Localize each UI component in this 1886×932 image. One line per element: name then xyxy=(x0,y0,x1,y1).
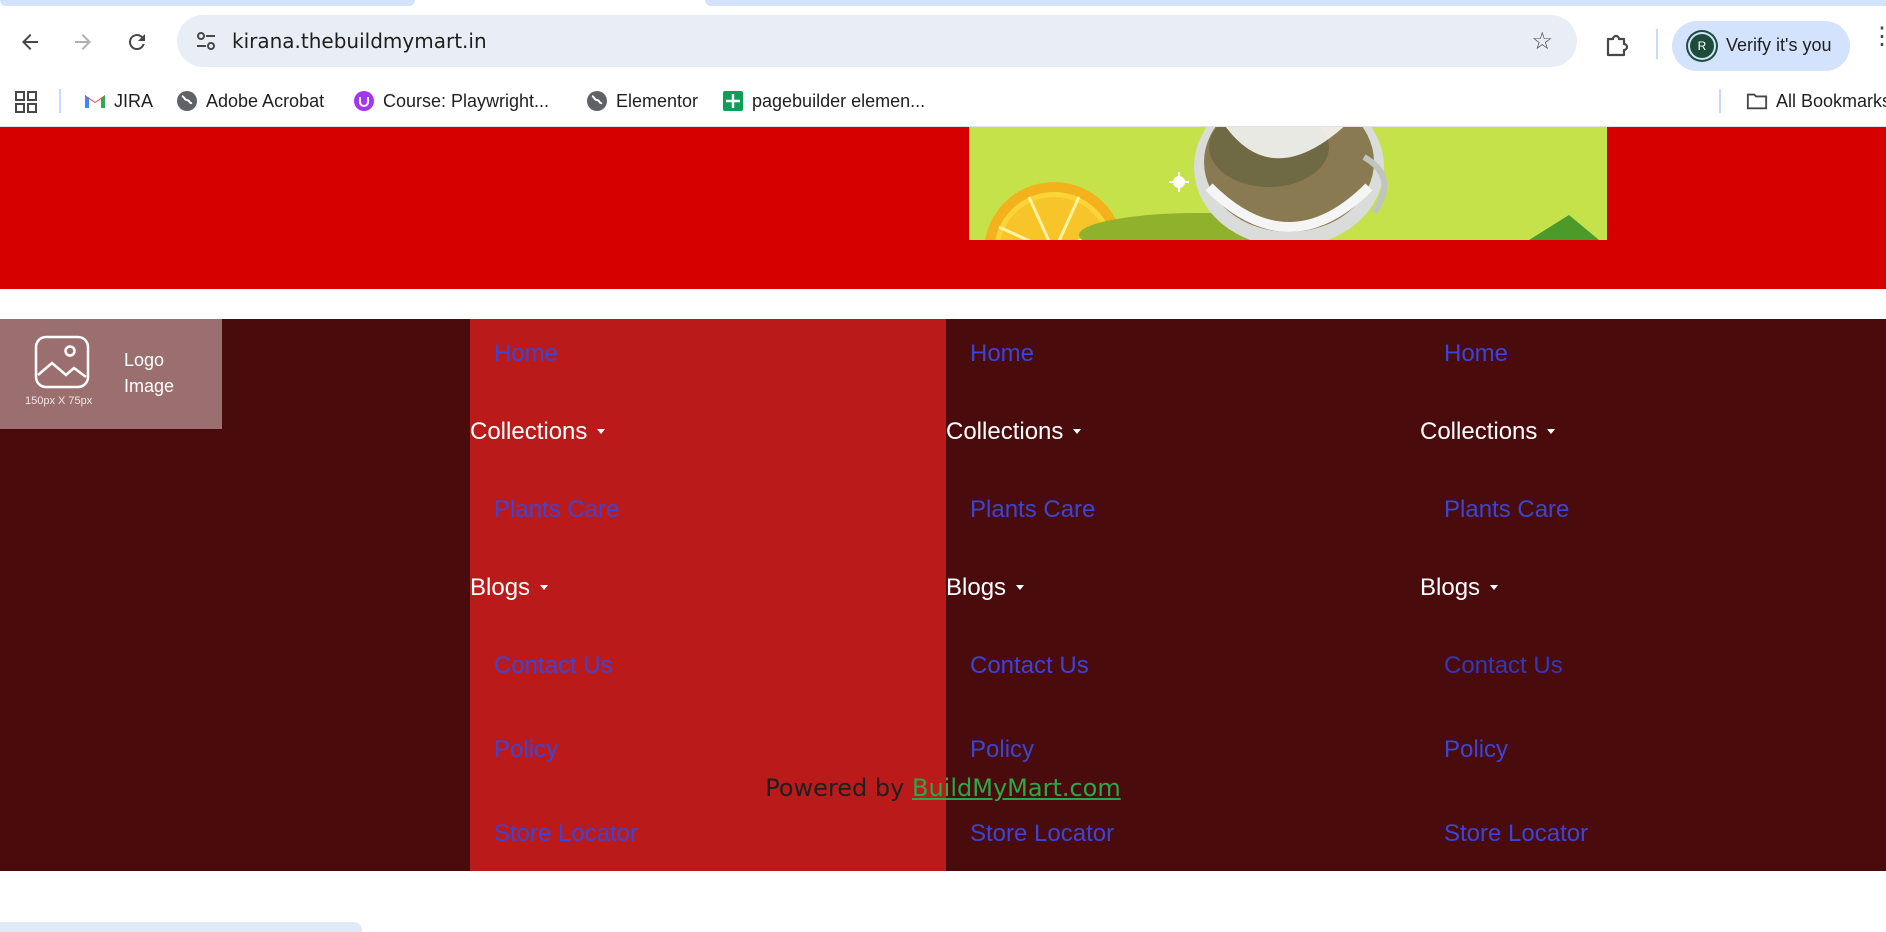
bookmark-jira[interactable]: JIRA xyxy=(84,86,153,116)
footer-logo-placeholder[interactable]: Logo Image 150px X 75px xyxy=(0,319,222,429)
menu-link-home[interactable]: Home xyxy=(494,340,558,368)
menu-link-home[interactable]: Home xyxy=(970,340,1034,368)
menu-link-policy[interactable]: Policy xyxy=(970,736,1034,764)
menu-link-plants-care[interactable]: Plants Care xyxy=(1444,496,1569,524)
udemy-icon xyxy=(353,90,375,112)
avatar: R xyxy=(1690,34,1714,58)
globe-icon xyxy=(176,90,198,112)
bookmark-elementor[interactable]: Elementor xyxy=(586,86,698,116)
caret-down-icon[interactable] xyxy=(1016,585,1025,591)
menu-link-policy[interactable]: Policy xyxy=(494,736,558,764)
menu-link-store-locator[interactable]: Store Locator xyxy=(1444,820,1588,848)
folder-icon xyxy=(1746,90,1768,112)
caret-down-icon[interactable] xyxy=(1490,585,1499,591)
bookmarks-separator xyxy=(1719,89,1721,113)
menu-link-store-locator[interactable]: Store Locator xyxy=(494,820,638,848)
all-bookmarks-label: All Bookmarks xyxy=(1776,90,1886,111)
logo-size-hint: 150px X 75px xyxy=(25,395,93,407)
menu-parent-collections[interactable]: Collections xyxy=(470,418,606,446)
menu-parent-collections[interactable]: Collections xyxy=(1420,418,1556,446)
menu-parent-label: Collections xyxy=(1420,418,1538,445)
toolbar-separator xyxy=(1656,29,1658,59)
reload-button[interactable] xyxy=(120,25,154,59)
menu-parent-label: Blogs xyxy=(1420,574,1481,601)
bookmark-adobe-acrobat[interactable]: Adobe Acrobat xyxy=(176,86,324,116)
profile-label: Verify it's you xyxy=(1726,35,1832,55)
url-text[interactable]: kirana.thebuildmymart.in xyxy=(232,29,487,53)
bookmark-label: pagebuilder elemen... xyxy=(752,90,926,111)
menu-link-plants-care[interactable]: Plants Care xyxy=(970,496,1095,524)
menu-link-policy[interactable]: Policy xyxy=(1444,736,1508,764)
hero-product-image[interactable] xyxy=(969,127,1607,240)
profile-button[interactable]: R Verify it's you xyxy=(1672,21,1850,71)
bookmark-star-icon[interactable]: ☆ xyxy=(1531,27,1553,56)
menu-link-plants-care[interactable]: Plants Care xyxy=(494,496,619,524)
bookmark-label: JIRA xyxy=(114,90,154,111)
menu-link-contact-us[interactable]: Contact Us xyxy=(1444,652,1563,680)
apps-grid-icon[interactable] xyxy=(14,90,38,114)
caret-down-icon[interactable] xyxy=(597,429,606,435)
extensions-icon[interactable] xyxy=(1603,30,1631,58)
menu-link-home[interactable]: Home xyxy=(1444,340,1508,368)
arrow-left-icon xyxy=(22,34,38,50)
bookmark-pagebuilder[interactable]: pagebuilder elemen... xyxy=(722,86,925,116)
browser-toolbar: kirana.thebuildmymart.in ☆ R Verify it's… xyxy=(0,6,1886,76)
forward-button[interactable] xyxy=(66,25,100,59)
bookmark-course-playwright[interactable]: Course: Playwright... xyxy=(353,86,549,116)
section-gap xyxy=(0,289,1886,319)
gmail-icon xyxy=(84,90,106,112)
menu-link-store-locator[interactable]: Store Locator xyxy=(970,820,1114,848)
menu-parent-blogs[interactable]: Blogs xyxy=(946,574,1025,602)
site-info-icon[interactable] xyxy=(193,28,219,54)
bookmarks-bar: JIRA Adobe Acrobat Course: Playwright...… xyxy=(0,76,1886,127)
menu-parent-blogs[interactable]: Blogs xyxy=(1420,574,1499,602)
menu-parent-collections[interactable]: Collections xyxy=(946,418,1082,446)
caret-down-icon[interactable] xyxy=(1547,429,1556,435)
bookmark-label: Adobe Acrobat xyxy=(206,90,325,111)
back-button[interactable] xyxy=(13,25,47,59)
all-bookmarks-button[interactable]: All Bookmarks xyxy=(1746,86,1886,116)
menu-parent-label: Collections xyxy=(946,418,1064,445)
menu-parent-blogs[interactable]: Blogs xyxy=(470,574,549,602)
powered-by-prefix: Powered by xyxy=(765,774,905,802)
bookmark-label: Elementor xyxy=(616,90,699,111)
caret-down-icon[interactable] xyxy=(540,585,549,591)
hero-image-illustration xyxy=(969,127,1607,240)
page-viewport: Logo Image 150px X 75px Home Collections… xyxy=(0,127,1886,932)
hero-banner xyxy=(0,127,1886,289)
powered-by-line: Powered by BuildMyMart.com xyxy=(0,774,1886,802)
bookmark-label: Course: Playwright... xyxy=(383,90,550,111)
reload-icon xyxy=(128,34,145,51)
sheets-icon xyxy=(722,90,744,112)
arrow-right-icon xyxy=(75,34,91,50)
caret-down-icon[interactable] xyxy=(1073,429,1082,435)
bookmarks-separator xyxy=(59,89,61,113)
logo-placeholder-text: Logo Image xyxy=(124,350,175,396)
address-bar[interactable]: kirana.thebuildmymart.in ☆ xyxy=(177,15,1577,67)
image-placeholder-icon xyxy=(34,335,90,389)
status-bubble xyxy=(0,922,362,932)
menu-link-contact-us[interactable]: Contact Us xyxy=(970,652,1089,680)
menu-kebab-icon[interactable]: ⋮ xyxy=(1870,25,1886,49)
globe-icon xyxy=(586,90,608,112)
menu-parent-label: Blogs xyxy=(946,574,1007,601)
powered-by-link[interactable]: BuildMyMart.com xyxy=(912,774,1121,802)
menu-link-contact-us[interactable]: Contact Us xyxy=(494,652,613,680)
menu-parent-label: Collections xyxy=(470,418,588,445)
menu-parent-label: Blogs xyxy=(470,574,531,601)
